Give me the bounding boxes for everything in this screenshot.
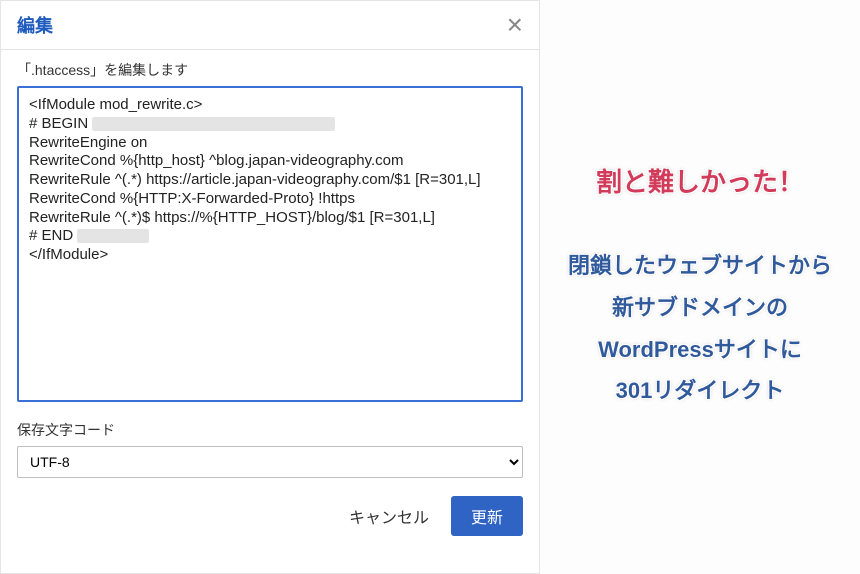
- encoding-select[interactable]: UTF-8: [17, 446, 523, 478]
- caption-line: 閉鎖したウェブサイトから: [568, 245, 832, 287]
- caption-panel: 割と難しかった！ 閉鎖したウェブサイトから新サブドメインのWordPressサイ…: [540, 0, 860, 574]
- close-icon[interactable]: ×: [507, 11, 523, 39]
- edit-modal: 編集 × 「.htaccess」を編集します <IfModule mod_rew…: [0, 0, 540, 574]
- caption-line: WordPressサイトに: [568, 329, 832, 371]
- caption-line: 新サブドメインの: [568, 287, 832, 329]
- caption-line: 301リダイレクト: [568, 370, 832, 412]
- caption-headline: 割と難しかった！: [596, 162, 804, 199]
- divider: [1, 49, 539, 50]
- modal-title: 編集: [17, 12, 53, 38]
- code-editor[interactable]: <IfModule mod_rewrite.c># BEGIN RewriteE…: [17, 86, 523, 402]
- cancel-button[interactable]: キャンセル: [345, 498, 433, 534]
- encoding-label: 保存文字コード: [17, 420, 523, 440]
- file-label: 「.htaccess」を編集します: [17, 60, 523, 80]
- caption-body: 閉鎖したウェブサイトから新サブドメインのWordPressサイトに301リダイレ…: [568, 245, 832, 412]
- submit-button[interactable]: 更新: [451, 496, 523, 536]
